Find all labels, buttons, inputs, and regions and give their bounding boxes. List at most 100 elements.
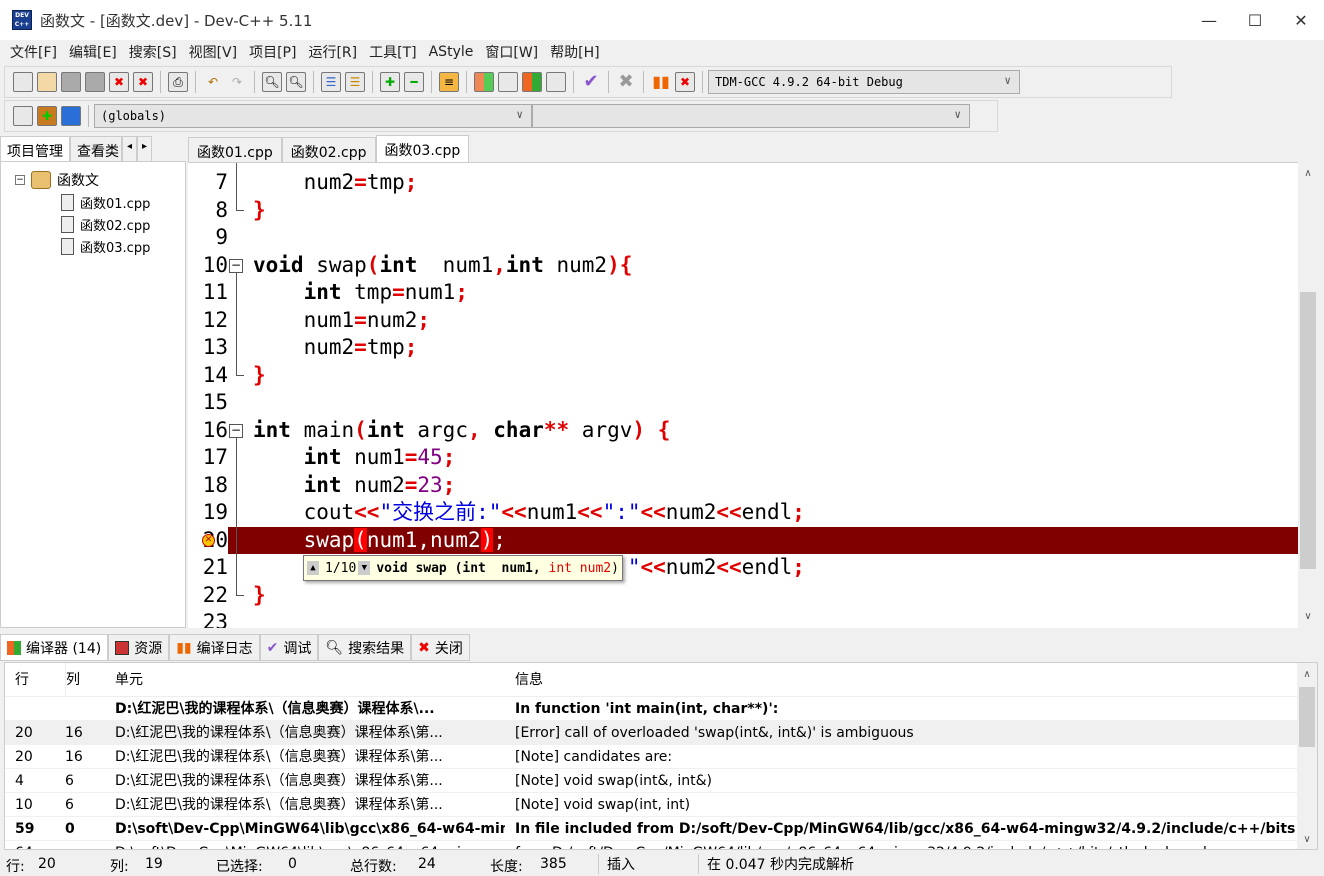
menu-view[interactable]: 视图[V] — [183, 42, 244, 62]
scroll-down-icon[interactable]: ∨ — [1298, 611, 1318, 622]
editor-scrollbar[interactable]: ∧ ∨ — [1298, 162, 1318, 628]
tab-classes[interactable]: 查看类 — [70, 136, 122, 162]
indent-icon[interactable]: ☰ — [321, 72, 341, 92]
previous-overload-button[interactable]: ▲ — [307, 561, 319, 575]
minimize-button[interactable]: — — [1186, 0, 1232, 40]
code-line[interactable]: 7 num2=tmp; — [188, 169, 1298, 197]
table-row[interactable]: 4 6 D:\红泥巴\我的课程体系\（信息奥赛）课程体系\第... [Note] vo… — [5, 769, 1299, 793]
next-overload-button[interactable]: ▼ — [358, 561, 371, 575]
line-number[interactable]: 17 — [188, 444, 228, 472]
line-number[interactable]: 9 — [188, 224, 228, 252]
tab-search-results[interactable]: 🔍︎ 搜索结果 — [318, 634, 412, 661]
line-number[interactable]: 18 — [188, 471, 228, 499]
unindent-icon[interactable]: ☰ — [345, 72, 365, 92]
header-col[interactable]: 列 — [65, 663, 80, 697]
scrollbar-thumb[interactable] — [1299, 687, 1315, 747]
save-icon[interactable] — [61, 72, 81, 92]
debug-check-icon[interactable]: ✔ — [581, 72, 601, 92]
menu-search[interactable]: 搜索[S] — [123, 42, 183, 62]
table-row[interactable]: 20 16 D:\红泥巴\我的课程体系\（信息奥赛）课程体系\第... [Note] … — [5, 745, 1299, 769]
code-line[interactable]: 23 — [188, 609, 1298, 628]
code-line[interactable]: 20 swap(num1,num2); ✕ — [188, 526, 1298, 554]
code-line[interactable]: 10 void swap(int num1,int num2){ — [188, 251, 1298, 279]
insert-icon[interactable]: ✚ — [37, 106, 57, 126]
add-to-project-icon[interactable]: ✚ — [380, 72, 400, 92]
line-number[interactable]: 19 — [188, 499, 228, 527]
compile-run-icon[interactable] — [522, 72, 542, 92]
tab-file-02[interactable]: 函数02.cpp — [281, 137, 376, 163]
tab-file-03[interactable]: 函数03.cpp — [375, 135, 470, 163]
tab-compile-log[interactable]: ▮▮ 编译日志 — [169, 634, 260, 661]
tree-file[interactable]: 函数03.cpp — [61, 237, 150, 256]
project-options-icon[interactable]: ≡ — [439, 72, 459, 92]
scope-select[interactable]: (globals) ∨ — [94, 104, 532, 128]
menu-window[interactable]: 窗口[W] — [479, 42, 544, 62]
tab-file-01[interactable]: 函数01.cpp — [188, 137, 282, 163]
replace-icon[interactable]: 🔍︎ — [286, 72, 306, 92]
line-number[interactable]: 12 — [188, 306, 228, 334]
new-file-icon[interactable] — [13, 72, 33, 92]
code-line[interactable]: 8} — [188, 196, 1298, 224]
header-message[interactable]: 信息 — [515, 663, 543, 697]
code-line[interactable]: 11 int tmp=num1; — [188, 279, 1298, 307]
menu-file[interactable]: 文件[F] — [4, 42, 63, 62]
close-file-icon[interactable]: ✖ — [109, 72, 129, 92]
compile-icon[interactable] — [474, 72, 494, 92]
print-icon[interactable]: ⎙ — [168, 72, 188, 92]
open-file-icon[interactable] — [37, 72, 57, 92]
menu-edit[interactable]: 编辑[E] — [63, 42, 123, 62]
table-row[interactable]: 59 0 D:\soft\Dev-Cpp\MinGW64\lib\gcc\x86_6… — [5, 817, 1299, 841]
scrollbar-thumb[interactable] — [1300, 292, 1316, 569]
line-number[interactable]: 21 — [188, 554, 228, 582]
code-line[interactable]: 14} — [188, 361, 1298, 389]
tab-compiler[interactable]: 编译器 (14) — [0, 634, 109, 661]
undo-icon[interactable]: ↶ — [203, 72, 223, 92]
line-number[interactable]: 16 — [188, 416, 228, 444]
table-row[interactable]: 10 6 D:\红泥巴\我的课程体系\（信息奥赛）课程体系\第... [Note] v… — [5, 793, 1299, 817]
line-number[interactable]: 22 — [188, 581, 228, 609]
messages-scrollbar[interactable]: ∧ ∨ — [1297, 663, 1317, 849]
table-row[interactable]: 20 16 D:\红泥巴\我的课程体系\（信息奥赛）课程体系\第... [Error]… — [5, 721, 1299, 745]
header-line[interactable]: 行 — [15, 663, 29, 697]
stop-icon[interactable]: ✖ — [616, 72, 636, 92]
close-button[interactable]: ✕ — [1278, 0, 1324, 40]
scroll-up-icon[interactable]: ∧ — [1298, 168, 1318, 179]
line-number[interactable]: 8 — [188, 196, 228, 224]
remove-from-project-icon[interactable]: ━ — [404, 72, 424, 92]
fold-toggle-icon[interactable]: − — [229, 423, 243, 438]
code-line[interactable]: 16 int main(int argc, char** argv) { — [188, 416, 1298, 444]
tree-file[interactable]: 函数01.cpp — [61, 193, 150, 212]
tab-scroll-right-button[interactable]: ▸ — [137, 136, 153, 162]
tree-file[interactable]: 函数02.cpp — [61, 215, 150, 234]
table-row[interactable]: D:\红泥巴\我的课程体系\（信息奥赛）课程体系\... In function … — [5, 697, 1299, 721]
tab-project[interactable]: 项目管理 — [0, 136, 70, 162]
code-line[interactable]: 12 num1=num2; — [188, 306, 1298, 334]
code-line[interactable]: 22} — [188, 581, 1298, 609]
code-line[interactable]: 9 — [188, 224, 1298, 252]
delete-profile-icon[interactable]: ✖ — [675, 72, 695, 92]
tab-debug[interactable]: ✔ 调试 — [259, 634, 319, 661]
line-number[interactable]: 11 — [188, 279, 228, 307]
code-line[interactable]: 19 cout<<"交换之前:"<<num1<<":"<<num2<<endl; — [188, 499, 1298, 527]
profile-chart-icon[interactable]: ▮▮ — [651, 72, 671, 92]
code-line[interactable]: 17 int num1=45; — [188, 444, 1298, 472]
rebuild-icon[interactable] — [546, 72, 566, 92]
tab-resources[interactable]: 资源 — [108, 634, 170, 661]
compiler-select[interactable]: TDM-GCC 4.9.2 64-bit Debug ∨ — [708, 70, 1020, 94]
menu-project[interactable]: 项目[P] — [243, 42, 302, 62]
fold-toggle-icon[interactable]: − — [229, 258, 243, 273]
line-number[interactable]: 13 — [188, 334, 228, 362]
goto-declaration-icon[interactable] — [13, 106, 33, 126]
code-line[interactable]: 18 int num2=23; — [188, 471, 1298, 499]
find-icon[interactable]: 🔍︎ — [262, 72, 282, 92]
line-number[interactable]: 23 — [188, 609, 228, 628]
collapse-icon[interactable]: − — [15, 175, 25, 185]
menu-run[interactable]: 运行[R] — [302, 42, 363, 62]
menu-tools[interactable]: 工具[T] — [363, 42, 422, 62]
line-number[interactable]: 7 — [188, 169, 228, 197]
run-icon[interactable] — [498, 72, 518, 92]
line-number[interactable]: 14 — [188, 361, 228, 389]
tab-scroll-left-button[interactable]: ◂ — [122, 136, 138, 162]
close-all-icon[interactable]: ✖ — [133, 72, 153, 92]
header-unit[interactable]: 单元 — [115, 663, 143, 697]
